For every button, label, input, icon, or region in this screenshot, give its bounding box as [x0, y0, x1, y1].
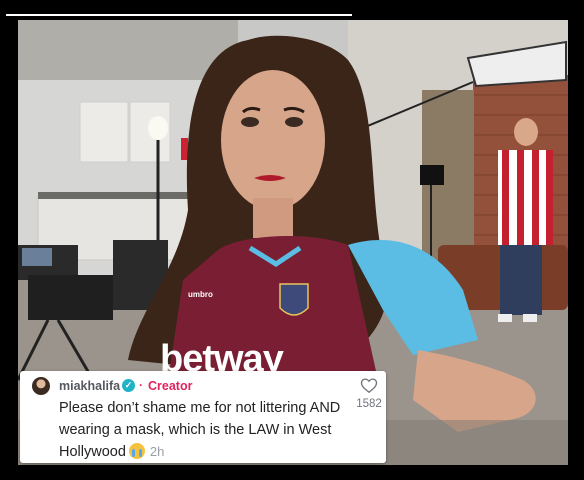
comment-username[interactable]: miakhalifa: [59, 379, 120, 393]
creator-badge: Creator: [148, 379, 193, 393]
heart-outline-icon[interactable]: [360, 377, 378, 394]
avatar[interactable]: [32, 377, 50, 395]
frame-top-rule: [6, 14, 352, 16]
comment-text: Please don’t shame me for not littering …: [59, 400, 341, 460]
jersey-brand: umbro: [188, 290, 213, 299]
comment-card[interactable]: miakhalifa ✓ · Creator Please don’t sham…: [20, 371, 386, 463]
comment-body: Please don’t shame me for not littering …: [59, 398, 349, 464]
verified-check-icon: ✓: [122, 379, 135, 392]
comment-timestamp: 2h: [149, 444, 165, 459]
crying-face-icon: [128, 443, 145, 459]
separator-dot: ·: [139, 378, 143, 392]
like-count: 1582: [356, 398, 382, 410]
